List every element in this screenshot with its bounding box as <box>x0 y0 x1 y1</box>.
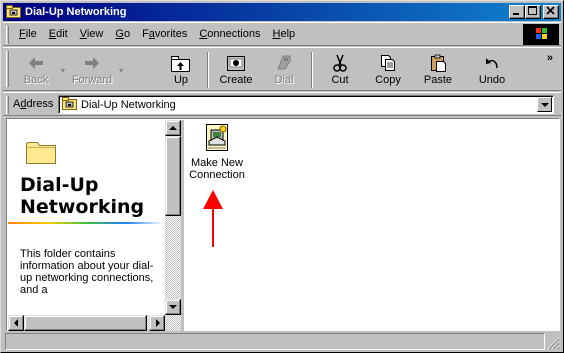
dial-up-folder-icon <box>6 5 22 22</box>
undo-icon <box>486 58 498 69</box>
status-panel <box>5 333 545 350</box>
forward-button[interactable]: Forward <box>69 51 115 89</box>
status-bar <box>3 332 561 351</box>
pane-splitter[interactable] <box>181 120 184 331</box>
forward-arrow-icon <box>85 57 99 69</box>
vertical-scroll-thumb[interactable] <box>165 136 181 216</box>
maximize-icon <box>528 6 537 15</box>
folder-icon <box>25 137 59 168</box>
dial-up-folder-icon <box>62 97 78 114</box>
standard-toolbar: Back ▾ Forward ▾ Up Create Dial Cut Copy… <box>3 47 561 91</box>
vertical-scrollbar[interactable] <box>165 120 181 315</box>
minimize-button[interactable] <box>509 5 525 19</box>
up-arrow-icon <box>169 126 177 130</box>
scroll-left-button[interactable] <box>8 315 24 331</box>
create-icon <box>227 56 245 71</box>
close-button[interactable] <box>543 5 559 19</box>
menu-items: File Edit View Go Favorites Connections … <box>13 28 301 41</box>
toolbar-separator <box>207 52 209 88</box>
horizontal-scroll-thumb[interactable] <box>24 315 147 331</box>
left-arrow-icon <box>14 319 18 327</box>
cut-button[interactable]: Cut <box>317 51 363 89</box>
right-arrow-icon <box>156 319 160 327</box>
back-button[interactable]: Back <box>13 51 59 89</box>
windows-logo-icon <box>523 24 559 45</box>
toolbar-separator <box>311 52 313 88</box>
menu-bar-grip[interactable] <box>6 26 9 44</box>
title-bar[interactable]: Dial-Up Networking <box>3 3 561 21</box>
menu-help[interactable]: Help <box>267 28 302 41</box>
toolbar-grip[interactable] <box>6 51 9 87</box>
menu-edit[interactable]: Edit <box>43 28 74 41</box>
web-view-info-pane: Dial-Up Networking This folder contains … <box>8 120 165 315</box>
forward-dropdown-arrow[interactable]: ▾ <box>119 66 123 75</box>
resize-grip-icon[interactable] <box>546 336 560 350</box>
make-new-connection-icon <box>206 124 228 151</box>
pane-description: This folder contains information about y… <box>20 248 154 296</box>
paste-button[interactable]: Paste <box>415 51 461 89</box>
dial-button[interactable]: Dial <box>261 51 307 89</box>
copy-button[interactable]: Copy <box>365 51 411 89</box>
scroll-up-button[interactable] <box>165 120 181 136</box>
menu-favorites[interactable]: Favorites <box>136 28 193 41</box>
address-value[interactable]: Dial-Up Networking <box>81 99 176 111</box>
close-icon <box>546 6 555 15</box>
menu-file[interactable]: File <box>13 28 43 41</box>
horizontal-scrollbar[interactable] <box>8 315 181 331</box>
pane-divider <box>8 222 165 224</box>
window-title: Dial-Up Networking <box>25 6 127 18</box>
pane-title: Dial-Up Networking <box>20 174 145 218</box>
make-new-connection-label: Make New Connection <box>189 157 245 181</box>
address-bar: Address Dial-Up Networking <box>3 92 561 116</box>
dial-phone-icon <box>277 55 291 70</box>
red-arrow-annotation <box>203 190 223 247</box>
up-button[interactable]: Up <box>158 51 204 89</box>
down-arrow-icon <box>169 305 177 309</box>
minimize-icon <box>513 13 519 15</box>
undo-button[interactable]: Undo <box>469 51 515 89</box>
address-bar-grip[interactable] <box>6 96 9 114</box>
menu-view[interactable]: View <box>74 28 110 41</box>
scroll-down-button[interactable] <box>165 299 181 315</box>
explorer-window: Dial-Up Networking File Edit View Go Fav… <box>0 0 564 353</box>
back-arrow-icon <box>29 57 43 69</box>
folder-view: Dial-Up Networking This folder contains … <box>6 118 560 331</box>
create-button[interactable]: Create <box>213 51 259 89</box>
back-dropdown-arrow[interactable]: ▾ <box>61 66 65 75</box>
address-combobox[interactable]: Dial-Up Networking <box>58 95 554 114</box>
scroll-right-button[interactable] <box>149 315 165 331</box>
make-new-connection-item[interactable]: Make New Connection <box>185 123 249 181</box>
menu-connections[interactable]: Connections <box>193 28 266 41</box>
menu-bar: File Edit View Go Favorites Connections … <box>3 22 561 46</box>
address-label: Address <box>13 98 54 110</box>
menu-go[interactable]: Go <box>109 28 136 41</box>
paste-icon <box>431 54 446 72</box>
address-dropdown-button[interactable] <box>537 97 552 112</box>
scissors-icon <box>333 54 347 72</box>
up-folder-icon <box>171 56 190 72</box>
maximize-button[interactable] <box>525 5 541 19</box>
toolbar-more-chevron[interactable]: » <box>547 52 553 64</box>
copy-icon <box>381 55 395 71</box>
